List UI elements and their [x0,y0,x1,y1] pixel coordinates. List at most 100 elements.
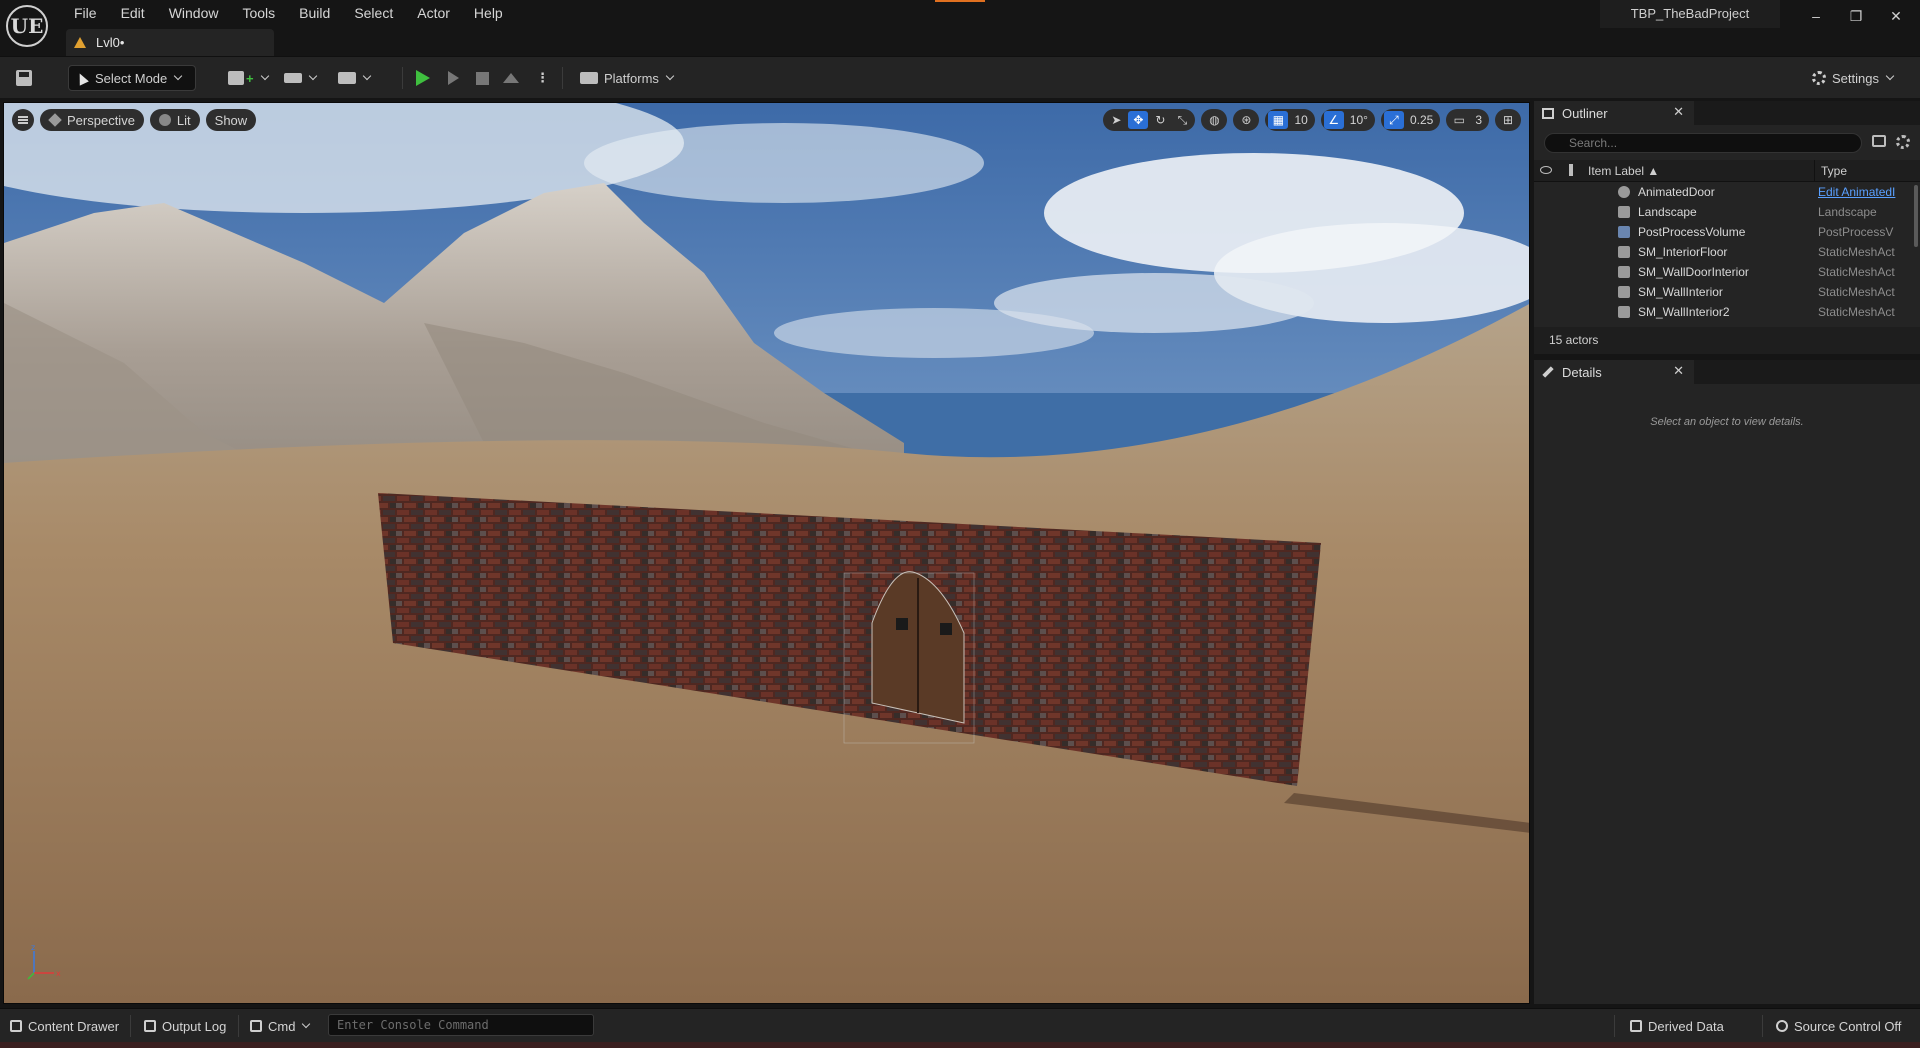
eject-button[interactable] [503,65,523,91]
outliner-row-animateddoor[interactable]: AnimatedDoor Edit AnimatedI [1534,182,1914,202]
play-button[interactable] [416,65,438,91]
surface-snap-icon[interactable]: ⊛ [1236,111,1256,129]
stop-icon [476,71,489,85]
show-label: Show [214,112,248,128]
step-button[interactable] [448,65,468,91]
chevron-down-icon [260,71,269,81]
main-toolbar: Select Mode + ⋮ Platforms Settings [0,56,1920,98]
outliner-tab[interactable]: Outliner ✕ [1534,101,1694,125]
viewport-menu-button[interactable] [12,109,34,131]
outliner-row-type: PostProcessV [1818,225,1894,239]
source-control-label: Source Control Off [1794,1018,1902,1034]
grid-snap-icon[interactable]: ▦ [1268,111,1289,129]
close-icon[interactable]: ✕ [1673,104,1684,120]
settings-label: Settings [1832,70,1879,86]
save-icon[interactable] [16,65,36,91]
eye-icon[interactable] [1540,166,1552,174]
menu-build[interactable]: Build [287,2,342,24]
pin-icon[interactable] [1569,164,1573,176]
status-bar: Content Drawer Output Log Cmd Enter Cons… [0,1008,1920,1042]
perspective-button[interactable]: Perspective [40,109,144,131]
add-actor-button[interactable]: + [228,65,269,91]
outliner-search-input[interactable]: Search... [1544,133,1862,153]
gear-icon[interactable] [1896,135,1910,149]
status-divider [130,1015,131,1037]
select-mode-dropdown[interactable]: Select Mode [68,65,196,91]
restore-button[interactable]: ❐ [1836,4,1876,28]
stop-button[interactable] [476,65,496,91]
rotation-snap-value[interactable]: 10° [1346,113,1372,127]
close-icon[interactable]: ✕ [1673,363,1684,379]
camera-icon[interactable]: ▭ [1449,111,1469,129]
type-column[interactable]: Type [1814,160,1847,182]
menu-edit[interactable]: Edit [109,2,157,24]
scale-snap-group: ⤢ 0.25 [1380,109,1441,131]
scale-tool-icon[interactable]: ⤡ [1172,111,1192,129]
level-viewport[interactable]: Perspective Lit Show ➤ ✥ ↻ ⤡ ◍ ⊛ ▦ 10 ∠ … [3,102,1530,1004]
add-folder-icon[interactable] [1872,135,1886,147]
cmd-dropdown[interactable]: Cmd [250,1017,311,1035]
cmd-label: Cmd [268,1018,296,1034]
translate-tool-icon[interactable]: ✥ [1128,111,1149,129]
select-tool-icon[interactable]: ➤ [1106,111,1126,129]
play-options-button[interactable]: ⋮ [536,65,549,91]
console-command-input[interactable]: Enter Console Command [328,1014,594,1036]
add-cube-icon [228,71,244,85]
outliner-row-postprocessvolume[interactable]: PostProcessVolume PostProcessV [1534,222,1914,242]
surface-snap: ⊛ [1233,109,1260,131]
scale-snap-icon[interactable]: ⤢ [1383,111,1404,129]
menu-file[interactable]: File [62,2,109,24]
menu-actor[interactable]: Actor [405,2,462,24]
status-divider [238,1015,239,1037]
menu-help[interactable]: Help [462,2,515,24]
details-body: Select an object to view details. [1534,384,1920,1004]
grid-snap-value[interactable]: 10 [1290,113,1311,127]
outliner-row-sm-wallinterior2[interactable]: SM_WallInterior2 StaticMeshAct [1534,302,1914,322]
content-drawer-button[interactable]: Content Drawer [10,1017,119,1035]
chevron-down-icon [174,71,183,81]
scale-snap-value[interactable]: 0.25 [1406,113,1437,127]
outliner-row-sm-walldoorinterior[interactable]: SM_WallDoorInterior StaticMeshAct [1534,262,1914,282]
step-forward-icon [448,71,459,85]
derived-data-button[interactable]: Derived Data [1630,1017,1724,1035]
outliner-row-landscape[interactable]: Landscape Landscape [1534,202,1914,222]
viewport-layout-icon[interactable]: ⊞ [1498,111,1518,129]
toolbar-divider [562,67,563,89]
menu-tools[interactable]: Tools [230,2,287,24]
settings-dropdown[interactable]: Settings [1812,65,1895,91]
status-divider [1614,1015,1615,1037]
content-drawer-label: Content Drawer [28,1018,120,1034]
minimize-button[interactable]: – [1796,4,1836,28]
lit-label: Lit [176,112,191,128]
static-mesh-icon [1618,246,1630,258]
eject-icon [503,73,519,83]
menu-window[interactable]: Window [157,2,231,24]
rotate-tool-icon[interactable]: ↻ [1150,111,1170,129]
menu-select[interactable]: Select [342,2,405,24]
status-divider [1762,1015,1763,1037]
level-tab-label: Lvl0• [96,35,125,50]
source-control-button[interactable]: Source Control Off [1776,1017,1901,1035]
blueprint-button[interactable] [284,65,318,91]
lit-button[interactable]: Lit [149,109,200,131]
details-tab[interactable]: Details ✕ [1534,360,1694,384]
camera-speed-value[interactable]: 3 [1471,113,1486,127]
scene-render [4,103,1529,1003]
show-button[interactable]: Show [205,109,257,131]
static-mesh-icon [1618,266,1630,278]
item-label-column[interactable]: Item Label ▲ [1588,160,1659,182]
level-tab[interactable]: Lvl0• [66,29,274,56]
rotation-snap-icon[interactable]: ∠ [1323,111,1344,129]
edit-blueprint-link[interactable]: Edit AnimatedI [1818,182,1904,202]
outliner-row-sm-interiorfloor[interactable]: SM_InteriorFloor StaticMeshAct [1534,242,1914,262]
close-button[interactable]: ✕ [1876,4,1916,28]
outliner-row-sm-wallinterior[interactable]: SM_WallInterior StaticMeshAct [1534,282,1914,302]
perspective-label: Perspective [67,112,135,128]
outliner-scrollbar[interactable] [1914,185,1918,247]
platforms-dropdown[interactable]: Platforms [580,65,675,91]
log-icon [144,1020,156,1032]
cinematics-button[interactable] [338,65,372,91]
unreal-logo-icon[interactable]: UE [6,5,48,47]
globe-icon[interactable]: ◍ [1204,111,1224,129]
output-log-button[interactable]: Output Log [144,1017,226,1035]
